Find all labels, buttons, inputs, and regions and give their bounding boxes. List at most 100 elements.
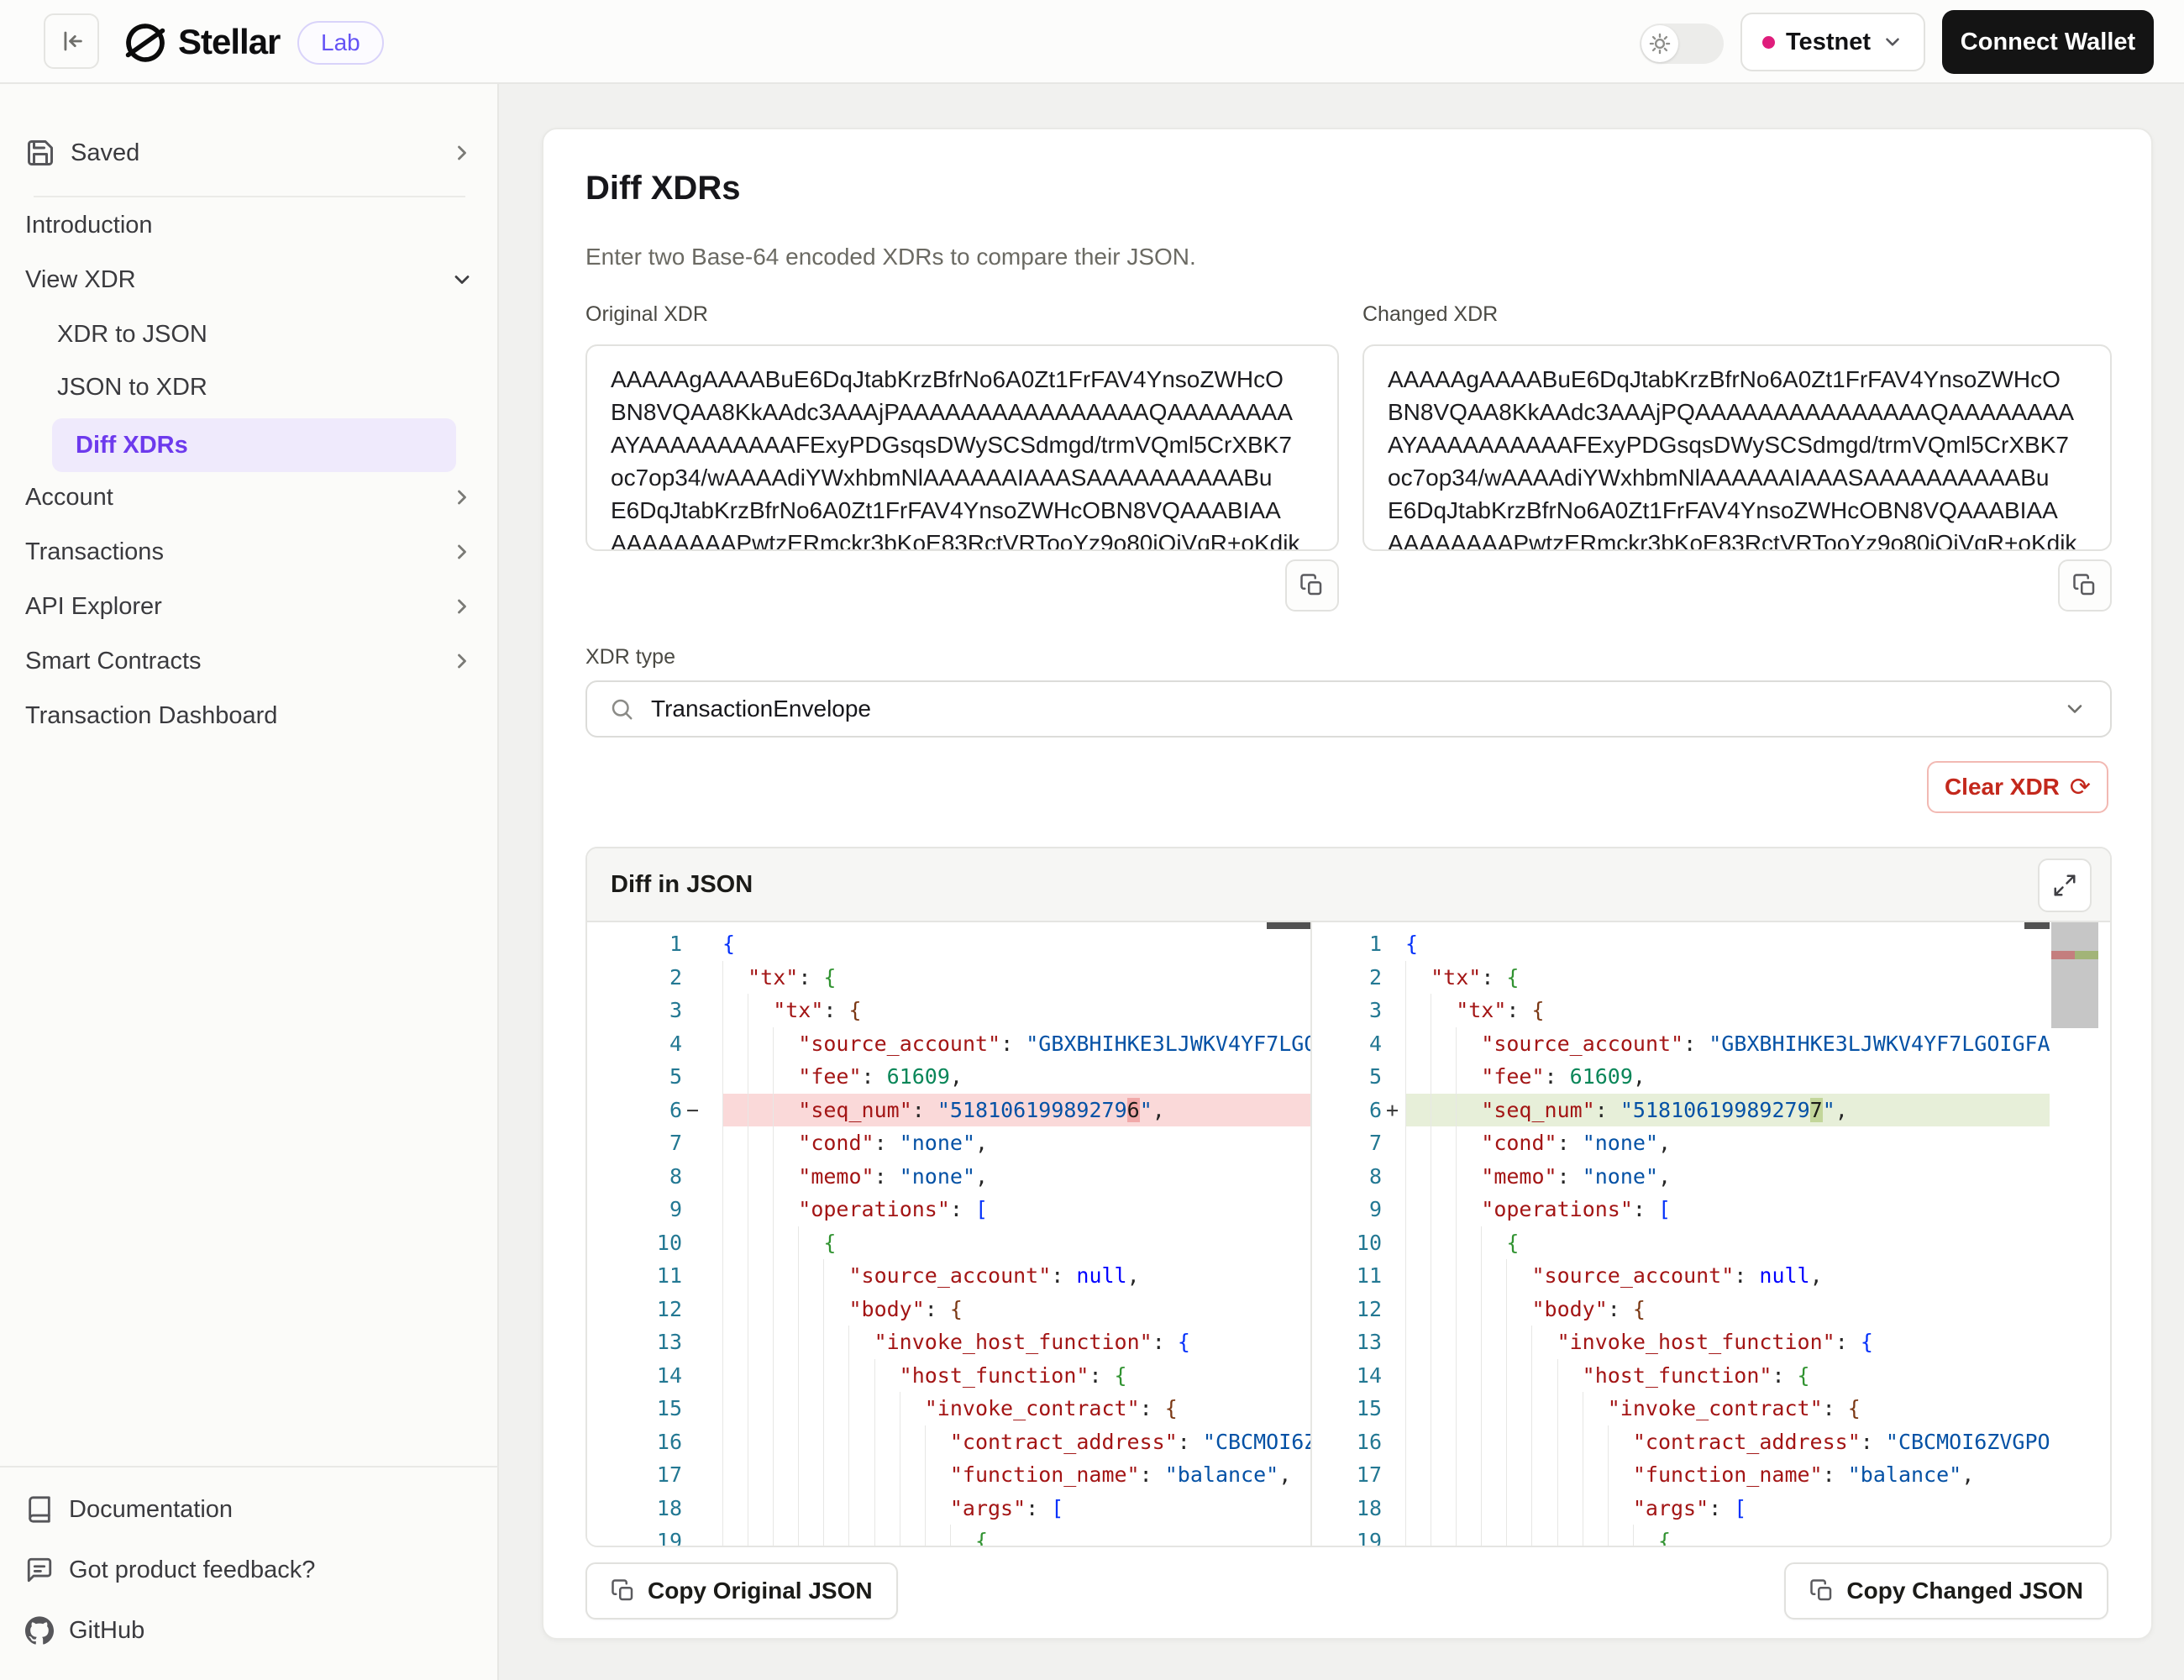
diff-sign xyxy=(1382,1326,1405,1359)
diff-sign xyxy=(1382,1259,1405,1293)
horizontal-scrollbar-thumb-left[interactable] xyxy=(1267,922,1310,929)
diff-panel-title: Diff in JSON xyxy=(611,871,753,899)
book-icon xyxy=(25,1495,54,1524)
brand-name: Stellar xyxy=(178,22,280,62)
sidebar-item-view-xdr[interactable]: View XDR xyxy=(25,255,474,305)
sidebar-item-diff-xdrs[interactable]: Diff XDRs xyxy=(52,418,456,472)
clear-xdr-button[interactable]: Clear XDR ⟳ xyxy=(1927,761,2108,813)
sidebar-item-api-explorer[interactable]: API Explorer xyxy=(25,581,474,632)
copy-original-json-button[interactable]: Copy Original JSON xyxy=(585,1562,898,1620)
network-label: Testnet xyxy=(1786,29,1871,56)
xdr-type-select[interactable]: TransactionEnvelope xyxy=(585,680,2112,738)
sidebar-footer-divider xyxy=(0,1466,499,1467)
code-line: 14"host_function": { xyxy=(1315,1359,2050,1393)
xdr-type-value: TransactionEnvelope xyxy=(651,696,871,722)
xdr-line: BN8VQAA8KkAAdc3AAAjPAAAAAAAAAAAAAAAAQAAA… xyxy=(611,396,1314,428)
diff-sign xyxy=(682,1193,722,1226)
line-number: 8 xyxy=(587,1160,682,1194)
line-number: 14 xyxy=(587,1359,682,1393)
diff-overview-marks xyxy=(2051,951,2098,959)
line-number: 5 xyxy=(1315,1060,1382,1094)
copy-original-xdr-button[interactable] xyxy=(1285,559,1339,612)
theme-toggle[interactable] xyxy=(1640,24,1724,64)
line-number: 1 xyxy=(587,927,682,961)
refresh-icon: ⟳ xyxy=(2070,773,2091,802)
line-number: 11 xyxy=(1315,1259,1382,1293)
sidebar-item-saved[interactable]: Saved xyxy=(25,126,474,180)
code-line: 1{ xyxy=(587,927,1310,961)
app-header: Stellar Lab Testnet Connect Wallet xyxy=(0,0,2184,84)
diff-sign xyxy=(1382,1193,1405,1226)
diff-sign xyxy=(1382,927,1405,961)
line-number: 10 xyxy=(1315,1226,1382,1260)
changed-xdr-label: Changed XDR xyxy=(1362,302,1498,327)
copy-original-json-label: Copy Original JSON xyxy=(648,1578,873,1604)
sidebar-item-smart-contracts[interactable]: Smart Contracts xyxy=(25,636,474,686)
diff-sign xyxy=(682,1226,722,1260)
sidebar-item-transactions[interactable]: Transactions xyxy=(25,527,474,577)
code-line: 8"memo": "none", xyxy=(1315,1160,2050,1194)
chevron-right-icon xyxy=(450,649,474,673)
sidebar-item-feedback[interactable]: Got product feedback? xyxy=(25,1546,474,1594)
sidebar-item-account[interactable]: Account xyxy=(25,472,474,522)
diff-sign xyxy=(1382,1392,1405,1425)
line-number: 17 xyxy=(587,1458,682,1492)
code-line: 3"tx": { xyxy=(1315,994,2050,1027)
diff-sign xyxy=(682,1458,722,1492)
sidebar-item-json-to-xdr[interactable]: JSON to XDR xyxy=(25,362,474,412)
code-line: 2"tx": { xyxy=(587,961,1310,995)
diff-sign xyxy=(682,1326,722,1359)
xdr-type-label: XDR type xyxy=(585,645,675,669)
clear-xdr-label: Clear XDR xyxy=(1945,774,2060,801)
copy-changed-json-button[interactable]: Copy Changed JSON xyxy=(1784,1562,2108,1620)
sidebar-item-label: Transactions xyxy=(25,538,164,566)
lab-badge: Lab xyxy=(297,21,384,65)
collapse-sidebar-button[interactable] xyxy=(44,13,99,69)
changed-xdr-textarea[interactable]: AAAAAgAAAABuE6DqJtabKrzBfrNo6A0Zt1FrFAV4… xyxy=(1362,344,2112,551)
code-line: 15"invoke_contract": { xyxy=(1315,1392,2050,1425)
vertical-scrollbar[interactable] xyxy=(2051,922,2098,1547)
line-number: 2 xyxy=(587,961,682,995)
line-number: 4 xyxy=(587,1027,682,1061)
collapse-sidebar-icon xyxy=(57,27,86,55)
network-selector[interactable]: Testnet xyxy=(1740,13,1925,71)
code-line: 10{ xyxy=(587,1226,1310,1260)
diff-sign xyxy=(1382,1060,1405,1094)
sidebar-item-xdr-to-json[interactable]: XDR to JSON xyxy=(25,309,474,360)
diff-sign xyxy=(682,1293,722,1326)
diff-sign xyxy=(1382,1492,1405,1525)
sidebar-item-label: Smart Contracts xyxy=(25,648,202,675)
expand-diff-button[interactable] xyxy=(2038,858,2092,912)
diff-json-panel: Diff in JSON 1{2"tx": {3"tx": {4"source_… xyxy=(585,847,2112,1547)
chevron-right-icon xyxy=(450,486,474,509)
horizontal-scrollbar-thumb-right[interactable] xyxy=(2024,922,2050,929)
line-number: 15 xyxy=(587,1392,682,1425)
line-number: 19 xyxy=(587,1525,682,1547)
original-xdr-label: Original XDR xyxy=(585,302,708,327)
line-number: 3 xyxy=(1315,994,1382,1027)
code-line: 8"memo": "none", xyxy=(587,1160,1310,1194)
vertical-scrollbar-thumb[interactable] xyxy=(2051,922,2098,1028)
code-line: 11"source_account": null, xyxy=(587,1259,1310,1293)
diff-sign: − xyxy=(682,1094,722,1127)
line-number: 16 xyxy=(587,1425,682,1459)
sidebar-item-documentation[interactable]: Documentation xyxy=(25,1485,474,1534)
sidebar-item-github[interactable]: GitHub xyxy=(25,1606,474,1655)
diff-sign xyxy=(682,1359,722,1393)
diff-editor-changed-pane[interactable]: 1{2"tx": {3"tx": {4"source_account": "GB… xyxy=(1315,922,2050,1547)
diff-editor-sash[interactable] xyxy=(1310,922,1312,1547)
copy-changed-xdr-button[interactable] xyxy=(2058,559,2112,612)
line-number: 3 xyxy=(587,994,682,1027)
connect-wallet-button[interactable]: Connect Wallet xyxy=(1942,10,2154,74)
sidebar-item-introduction[interactable]: Introduction xyxy=(25,200,474,250)
xdr-line: oc7op34/wAAAAdiYWxhbmNlAAAAAAIAAASAAAAAA… xyxy=(611,461,1314,494)
original-xdr-textarea[interactable]: AAAAAgAAAABuE6DqJtabKrzBfrNo6A0Zt1FrFAV4… xyxy=(585,344,1339,551)
line-number: 10 xyxy=(587,1226,682,1260)
diff-sign xyxy=(682,1027,722,1061)
diff-editor-original-pane[interactable]: 1{2"tx": {3"tx": {4"source_account": "GB… xyxy=(587,922,1310,1547)
sidebar-item-transaction-dashboard[interactable]: Transaction Dashboard xyxy=(25,690,474,741)
code-line: 1{ xyxy=(1315,927,2050,961)
code-line: 13"invoke_host_function": { xyxy=(587,1326,1310,1359)
code-line: 18"args": [ xyxy=(587,1492,1310,1525)
xdr-line: AAAAAgAAAABuE6DqJtabKrzBfrNo6A0Zt1FrFAV4… xyxy=(1388,363,2087,396)
